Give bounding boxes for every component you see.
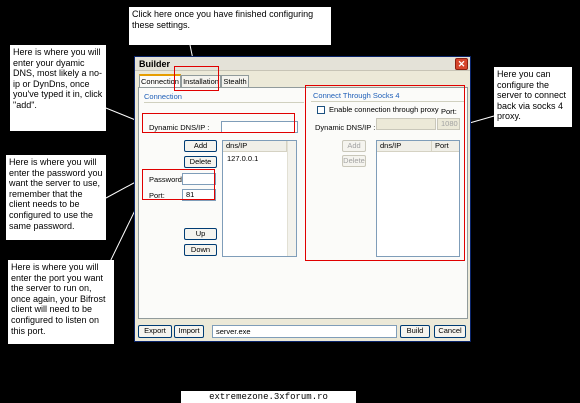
window-title: Builder — [139, 59, 171, 69]
bottom-separator — [138, 321, 468, 323]
socks-annotation: Here you can configure the server to con… — [494, 67, 572, 127]
socks-group-highlight — [305, 85, 465, 261]
connection-group-title: Connection — [144, 92, 182, 101]
dns-list-header: dns/IP — [223, 141, 287, 152]
watermark-text: extremezone.3xforum.ro — [181, 391, 356, 403]
cancel-button[interactable]: Cancel — [434, 325, 466, 338]
dns-field-highlight — [142, 113, 295, 133]
dns-list-scrollbar[interactable] — [287, 141, 296, 256]
finish-annotation: Click here once you have finished config… — [129, 7, 331, 45]
dns-list[interactable]: dns/IP 127.0.0.1 — [222, 140, 297, 257]
password-annotation: Here is where you will enter the passwor… — [6, 155, 106, 240]
server-file-field: server.exe — [212, 325, 397, 338]
close-icon[interactable]: ✕ — [455, 58, 468, 70]
connection-group-divider — [144, 102, 304, 103]
dns-list-header-dns[interactable]: dns/IP — [223, 141, 287, 152]
dns-annotation: Here is where you will enter your dyamic… — [10, 45, 106, 131]
build-button[interactable]: Build — [400, 325, 430, 338]
import-button[interactable]: Import — [174, 325, 204, 338]
export-button[interactable]: Export — [138, 325, 172, 338]
installation-tab-highlight — [174, 66, 219, 91]
password-port-highlight — [142, 169, 215, 200]
add-button[interactable]: Add — [184, 140, 217, 152]
up-button[interactable]: Up — [184, 228, 217, 240]
port-annotation: Here is where you will enter the port yo… — [8, 260, 114, 344]
list-item[interactable]: 127.0.0.1 — [227, 154, 258, 163]
down-button[interactable]: Down — [184, 244, 217, 256]
delete-button[interactable]: Delete — [184, 156, 217, 168]
